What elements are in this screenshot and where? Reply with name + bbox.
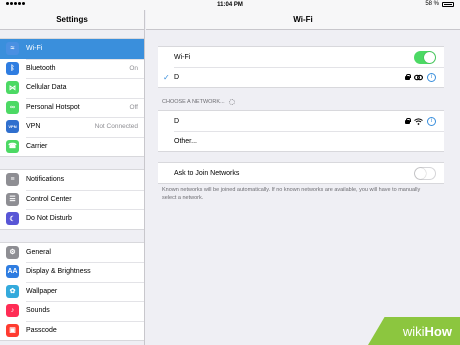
sidebar-item-label: General — [26, 248, 51, 256]
sidebar-item-wi-fi[interactable]: ≈ Wi-Fi — [0, 39, 144, 59]
vpn-icon: VPN — [6, 120, 19, 134]
ask-to-join-card: Ask to Join Networks — [158, 162, 444, 184]
sidebar-item-label: Control Center — [26, 195, 72, 203]
hotspot-icon: ∞ — [6, 100, 19, 114]
wifi-icon: ≈ — [6, 42, 19, 56]
sidebar-item-general[interactable]: ⚙ General — [0, 243, 144, 263]
ask-to-join-row: Ask to Join Networks — [158, 163, 444, 183]
wallpaper-icon: ✿ — [6, 284, 19, 298]
sidebar-item-label: Cellular Data — [26, 84, 67, 92]
toggle-knob — [424, 51, 435, 63]
other-network-label: Other... — [174, 137, 197, 145]
sidebar-item-wallpaper[interactable]: ✿ Wallpaper — [0, 281, 144, 302]
cellular-icon: ⋈ — [6, 81, 19, 95]
sidebar-item-value: On — [129, 64, 138, 72]
passcode-icon: ▣ — [6, 323, 19, 337]
bluetooth-icon: ᛒ — [6, 61, 19, 75]
choose-network-header: CHOOSE A NETWORK... — [162, 99, 235, 105]
connected-network-row[interactable]: ✓ D i — [158, 67, 444, 87]
status-bar: 11:04 PM 58 % — [0, 0, 460, 10]
settings-sidebar: Settings ≈ Wi-Fi ᛒ Bluetooth On ⋈ Cellular Dat… — [0, 10, 145, 345]
networks-card: D i Other... — [158, 110, 444, 152]
notifications-icon: ≡ — [6, 173, 19, 187]
sidebar-group: ≡ Notifications ☰ Control Center ☾ Do Not Dis… — [0, 169, 144, 230]
checkmark-icon: ✓ — [163, 72, 170, 82]
sidebar-item-label: Wi-Fi — [26, 45, 43, 53]
sidebar-item-display-brightness[interactable]: AA Display & Brightness — [0, 262, 144, 282]
wifi-card: Wi-Fi ✓ D i — [158, 46, 444, 88]
sidebar-item-passcode[interactable]: ▣ Passcode — [0, 320, 144, 341]
ask-to-join-footnote: Known networks will be joined automatica… — [162, 187, 421, 201]
sidebar-item-label: Do Not Disturb — [26, 215, 72, 223]
sidebar-item-carrier[interactable]: ☎ Carrier — [0, 136, 144, 157]
sidebar-item-bluetooth[interactable]: ᛒ Bluetooth On — [0, 58, 144, 79]
wifi-signal-icon — [414, 117, 423, 125]
ask-to-join-label: Ask to Join Networks — [174, 169, 240, 177]
other-network-row[interactable]: Other... — [158, 131, 444, 151]
sidebar-item-label: Notifications — [26, 176, 65, 184]
battery-icon — [442, 1, 454, 7]
sidebar-item-sounds[interactable]: ♪ Sounds — [0, 301, 144, 321]
ask-to-join-toggle[interactable] — [414, 166, 436, 180]
signal-dots-icon — [6, 2, 25, 5]
wifi-pane: Wi-Fi Wi-Fi ✓ D i CHOOSE A NETWORK... D — [146, 10, 460, 345]
sounds-icon: ♪ — [6, 304, 19, 318]
connected-network-name: D — [174, 73, 180, 81]
moon-icon: ☾ — [6, 212, 19, 226]
sidebar-item-control-center[interactable]: ☰ Control Center — [0, 189, 144, 210]
sidebar-item-label: Passcode — [26, 326, 57, 334]
wifi-toggle-row: Wi-Fi — [158, 47, 444, 67]
loading-spinner-icon — [228, 99, 235, 105]
watermark-wiki: wiki — [402, 323, 425, 339]
sidebar-item-value: Not Connected — [94, 123, 138, 131]
wifi-toggle[interactable] — [414, 50, 436, 64]
sidebar-groups: ≈ Wi-Fi ᛒ Bluetooth On ⋈ Cellular Data ∞ Persona… — [0, 30, 144, 341]
sidebar-item-vpn[interactable]: VPN VPN Not Connected — [0, 117, 144, 137]
control-center-icon: ☰ — [6, 192, 19, 206]
network-row[interactable]: D i — [158, 111, 444, 131]
sidebar-item-notifications[interactable]: ≡ Notifications — [0, 170, 144, 190]
sidebar-item-label: Sounds — [26, 307, 50, 315]
sidebar-item-label: Bluetooth — [26, 64, 56, 72]
sidebar-item-label: Personal Hotspot — [26, 103, 80, 111]
sidebar-item-do-not-disturb[interactable]: ☾ Do Not Disturb — [0, 209, 144, 229]
sidebar-group: ⚙ General AA Display & Brightness ✿ Wallpaper… — [0, 241, 144, 341]
network-name: D — [174, 117, 180, 125]
sidebar-item-cellular-data[interactable]: ⋈ Cellular Data — [0, 78, 144, 98]
info-icon[interactable]: i — [427, 116, 436, 126]
lock-icon — [405, 74, 411, 80]
sidebar-item-label: VPN — [26, 123, 41, 131]
battery-percent: 58 % — [425, 1, 439, 7]
info-icon[interactable]: i — [427, 72, 436, 82]
gear-icon: ⚙ — [6, 245, 19, 259]
toggle-knob — [415, 167, 426, 179]
sidebar-item-label: Carrier — [26, 142, 48, 150]
sidebar-group: ≈ Wi-Fi ᛒ Bluetooth On ⋈ Cellular Data ∞ Persona… — [0, 38, 144, 157]
sidebar-item-label: Wallpaper — [26, 287, 58, 295]
sidebar-item-label: Display & Brightness — [26, 268, 91, 276]
wifi-label: Wi-Fi — [174, 53, 191, 61]
sidebar-item-personal-hotspot[interactable]: ∞ Personal Hotspot Off — [0, 97, 144, 118]
choose-network-title: CHOOSE A NETWORK... — [162, 99, 225, 105]
page-title: Wi-Fi — [146, 10, 460, 30]
status-right: 58 % — [425, 1, 454, 7]
watermark-how: How — [424, 323, 452, 339]
lock-icon — [405, 118, 411, 124]
display-icon: AA — [6, 265, 19, 279]
link-icon — [414, 74, 423, 80]
phone-icon: ☎ — [6, 139, 19, 153]
sidebar-title: Settings — [0, 10, 144, 30]
sidebar-item-value: Off — [129, 103, 138, 111]
status-time: 11:04 PM — [217, 2, 243, 8]
